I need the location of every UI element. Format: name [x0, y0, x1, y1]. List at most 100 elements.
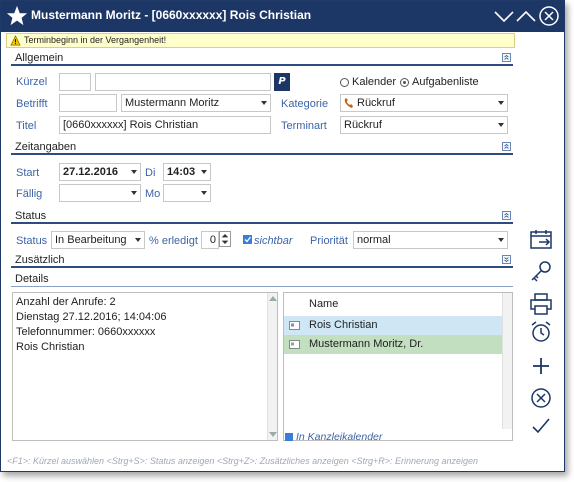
faellig-day: Mo [145, 188, 161, 200]
faellig-date-input[interactable] [59, 184, 141, 202]
faellig-time-input[interactable] [163, 184, 211, 202]
radio-kalender[interactable] [340, 78, 349, 87]
kategorie-select[interactable]: Rückruf [340, 94, 508, 112]
details-line: Rois Christian [16, 341, 85, 353]
p-button[interactable]: P [274, 73, 290, 91]
start-label: Start [16, 167, 40, 179]
chevron-down-icon[interactable] [495, 232, 507, 248]
cancel-icon[interactable] [528, 385, 554, 411]
printer-icon[interactable] [528, 291, 554, 317]
title-bar: Mustermann Moritz - [0660xxxxxx] Rois Ch… [1, 1, 564, 32]
chevron-down-icon[interactable] [128, 164, 140, 180]
betrifft-label: Betrifft [16, 98, 48, 110]
kuerzel-input[interactable] [59, 73, 91, 91]
terminart-select[interactable]: Rückruf [340, 116, 508, 134]
details-line: Anzahl der Anrufe: 2 [16, 296, 116, 308]
erledigt-label: % erledigt [149, 235, 198, 247]
section-details: Details [11, 273, 513, 287]
scroll-down-icon[interactable] [269, 432, 277, 438]
section-zeitangaben-label: Zeitangaben [15, 141, 77, 153]
chevron-down-icon[interactable] [495, 117, 507, 133]
sichtbar-checkbox[interactable] [243, 235, 252, 244]
faellig-label: Fällig [16, 188, 43, 200]
start-date-value: 27.12.2016 [63, 166, 119, 178]
titel-input[interactable]: [0660xxxxxx] Rois Christian [59, 116, 271, 134]
start-time-value: 14:03 [167, 166, 196, 178]
status-label: Status [16, 235, 48, 247]
appointment-window: Mustermann Moritz - [0660xxxxxx] Rois Ch… [0, 0, 565, 472]
calendar-export-icon[interactable] [528, 227, 554, 253]
status-value: In Bearbeitung [55, 234, 127, 246]
section-zusaetzlich[interactable]: Zusätzlich [11, 254, 513, 268]
chevron-down-icon[interactable] [198, 164, 210, 180]
plus-icon[interactable] [528, 353, 554, 379]
section-zusaetzlich-label: Zusätzlich [15, 254, 65, 266]
betrifft-short-input[interactable] [59, 94, 117, 112]
chevron-down-icon[interactable] [128, 185, 140, 201]
chevron-down-icon[interactable] [258, 95, 270, 111]
collapse-icon[interactable] [502, 211, 511, 220]
details-lines: Anzahl der Anrufe: 2 Dienstag 27.12.2016… [13, 293, 277, 356]
chevron-down-icon[interactable] [198, 185, 210, 201]
kategorie-label: Kategorie [281, 98, 329, 110]
shortcut-hints: <F1>: Kürzel auswählen <Strg+S>: Status … [7, 456, 479, 466]
kategorie-value: Rückruf [357, 97, 395, 109]
sichtbar-label: sichtbar [254, 235, 293, 247]
section-zeitangaben[interactable]: Zeitangaben [11, 141, 513, 155]
terminart-label: Terminart [281, 120, 327, 132]
list-item[interactable]: Mustermann Moritz, Dr. [284, 335, 510, 354]
start-day: Di [145, 167, 156, 179]
section-status-label: Status [15, 210, 47, 222]
participant-name: Mustermann Moritz, Dr. [309, 338, 424, 350]
warning-text: Terminbeginn in der Vergangenheit! [24, 35, 167, 45]
section-status[interactable]: Status [11, 210, 513, 224]
kanzlei-label: In Kanzleikalender [296, 431, 383, 443]
section-details-label: Details [15, 273, 49, 285]
start-date-input[interactable]: 27.12.2016 [59, 163, 141, 181]
prioritaet-value: normal [357, 234, 391, 246]
titel-label: Titel [16, 120, 37, 132]
erledigt-input[interactable]: 0 [201, 231, 219, 249]
details-line: Telefonnummer: 0660xxxxxx [16, 326, 156, 338]
phone-icon [344, 98, 353, 108]
details-scrollbar[interactable] [267, 293, 277, 440]
window-title: Mustermann Moritz - [0660xxxxxx] Rois Ch… [31, 8, 312, 22]
kanzlei-checkbox[interactable] [285, 433, 293, 441]
section-allgemein-label: Allgemein [15, 52, 64, 64]
prioritaet-select[interactable]: normal [353, 231, 508, 249]
collapse-icon[interactable] [502, 142, 511, 151]
star-icon [6, 5, 28, 26]
close-icon[interactable] [538, 5, 560, 27]
checkmark-icon[interactable] [528, 413, 554, 439]
spinner-icon[interactable] [219, 231, 231, 247]
contact-card-icon [289, 340, 300, 349]
radio-aufgabenliste-label: Aufgabenliste [412, 76, 479, 88]
maximize-icon[interactable] [515, 5, 537, 27]
start-time-input[interactable]: 14:03 [163, 163, 211, 181]
scroll-up-icon[interactable] [269, 295, 277, 301]
minimize-icon[interactable] [493, 5, 515, 27]
status-select[interactable]: In Bearbeitung [51, 231, 145, 249]
section-allgemein[interactable]: Allgemein [11, 52, 513, 66]
details-line: Dienstag 27.12.2016; 14:04:06 [16, 311, 167, 323]
collapse-icon[interactable] [502, 53, 511, 62]
expand-icon[interactable] [502, 255, 511, 264]
kuerzel-label: Kürzel [16, 76, 48, 88]
details-textarea[interactable]: Anzahl der Anrufe: 2 Dienstag 27.12.2016… [12, 292, 278, 441]
terminart-value: Rückruf [344, 119, 382, 131]
participant-name: Rois Christian [309, 319, 378, 331]
radio-kalender-label: Kalender [352, 76, 397, 88]
alarm-clock-icon[interactable] [528, 319, 554, 345]
key-icon[interactable] [528, 259, 554, 285]
chevron-down-icon[interactable] [495, 95, 507, 111]
chevron-down-icon[interactable] [132, 232, 144, 248]
betrifft-select[interactable]: Mustermann Moritz [121, 94, 271, 112]
list-scrollbar[interactable] [502, 293, 512, 429]
betrifft-value: Mustermann Moritz [125, 97, 220, 109]
prioritaet-label: Priorität [310, 235, 348, 247]
warning-icon [10, 35, 21, 46]
radio-aufgabenliste[interactable] [400, 78, 409, 87]
kuerzel-name-input[interactable] [95, 73, 271, 91]
list-item[interactable]: Rois Christian [284, 316, 510, 335]
participants-list: Name Rois Christian Mustermann Moritz, D… [283, 292, 513, 443]
